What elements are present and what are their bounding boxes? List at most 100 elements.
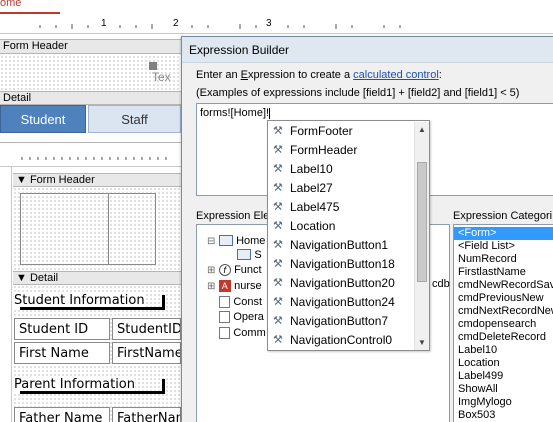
category-item[interactable]: cmdopensearch (454, 318, 553, 331)
calculated-control-link[interactable]: calculated control (353, 69, 439, 81)
category-item[interactable]: Label10 (454, 344, 553, 357)
ruler-mark-1: 1 (101, 18, 107, 29)
popup-scrollbar[interactable]: ▲ ▼ (414, 122, 429, 350)
scroll-down-icon[interactable]: ▼ (418, 338, 426, 347)
ruler-mark-2: 2 (173, 18, 179, 29)
intellisense-item-label: NavigationControl0 (290, 333, 393, 347)
database-icon: A (218, 279, 231, 292)
tree-item-label: Const (233, 296, 263, 308)
expand-icon[interactable]: ⊞ (207, 265, 215, 276)
subform-detail-bar[interactable]: ▼ Detail (13, 271, 181, 285)
intellisense-item[interactable]: ⚒ NavigationControl0 (268, 331, 429, 350)
property-icon: ⚒ (273, 239, 283, 251)
folder-icon (219, 326, 230, 339)
underline-tick (162, 295, 165, 310)
intellisense-item-label: Label475 (290, 200, 340, 214)
intellisense-item[interactable]: ⚒ NavigationButton7 (268, 312, 429, 331)
intellisense-item-label: NavigationButton20 (290, 276, 395, 290)
collapse-icon[interactable]: ⊟ (207, 236, 215, 247)
subform-header-divider (108, 193, 109, 265)
scrollbar-thumb[interactable] (417, 162, 427, 282)
intellisense-item[interactable]: ⚒ NavigationButton1 (268, 236, 429, 255)
ruler-mark-3: 3 (266, 18, 272, 29)
dialog-title-bar[interactable]: Expression Builder (182, 37, 553, 63)
intellisense-item[interactable]: ⚒ FormFooter (268, 122, 429, 141)
property-icon: ⚒ (273, 182, 283, 194)
subform-header-box (20, 193, 156, 265)
category-item[interactable]: FirstlastName (454, 266, 553, 279)
collapse-arrow-icon: ▼ (16, 272, 27, 284)
intellisense-item[interactable]: ⚒ Label475 (268, 198, 429, 217)
category-item[interactable]: cmdNextRecordNew (454, 305, 553, 318)
text-cursor (269, 107, 271, 119)
tree-item-label: Comm (233, 327, 266, 339)
tree-item-label: Home (236, 235, 266, 247)
nav-tab-staff[interactable]: Staff (88, 105, 181, 133)
tree-item-label: S (254, 249, 262, 261)
student-information-label: Student Information (14, 293, 145, 308)
expand-icon[interactable]: ⊞ (207, 281, 215, 292)
detail-label: Detail (3, 92, 32, 104)
property-icon: ⚒ (273, 315, 283, 327)
tree-item-subform[interactable]: S (237, 247, 262, 261)
student-id-field[interactable]: StudentID (112, 318, 181, 340)
categories-items: <Form> <Field List> NumRecord FirstlastName… (454, 225, 553, 422)
category-item[interactable]: Box503 (454, 409, 553, 422)
expression-categories-list[interactable]: <Form> <Field List> NumRecord FirstlastName… (453, 224, 553, 422)
category-item[interactable]: <Field List> (454, 240, 553, 253)
tree-item-home[interactable]: ⊟ Home (207, 233, 265, 247)
intellisense-item[interactable]: ⚒ Label27 (268, 179, 429, 198)
intellisense-popup[interactable]: ⚒ FormFooter ⚒ FormHeader ⚒ Label10 ⚒ Label27 ⚒ L… (267, 120, 430, 351)
instruction-accesskey: E (240, 69, 248, 81)
partial-text-box: Tex (152, 70, 171, 84)
category-item[interactable]: cmdNewRecordSave (454, 279, 553, 292)
father-name-field[interactable]: FatherName (112, 407, 181, 422)
category-item[interactable]: Label499 (454, 370, 553, 383)
category-item[interactable]: NumRecord (454, 253, 553, 266)
subform-ruler (0, 149, 181, 167)
instruction-end: : (438, 69, 442, 81)
intellisense-item[interactable]: ⚒ Location (268, 217, 429, 236)
tree-item-operators[interactable]: Opera (219, 309, 264, 323)
expression-value: forms![Home]! (200, 107, 270, 119)
subform-header-label: Form Header (29, 174, 95, 186)
resize-handle[interactable] (149, 62, 157, 70)
category-item[interactable]: <Form> (454, 227, 553, 240)
folder-icon (219, 310, 230, 323)
document-tab-home[interactable]: ome (0, 0, 21, 9)
first-name-field[interactable]: FirstName (112, 342, 181, 364)
tree-item-functions[interactable]: ⊞ f Funct (207, 262, 262, 276)
intellisense-item[interactable]: ⚒ NavigationButton24 (268, 293, 429, 312)
category-item[interactable]: ShowAll (454, 383, 553, 396)
instruction-middle: xpression to create a (247, 69, 354, 81)
category-item[interactable]: cmdDeleteRecord (454, 331, 553, 344)
intellisense-item[interactable]: ⚒ NavigationButton20 (268, 274, 429, 293)
scroll-up-icon[interactable]: ▲ (418, 125, 426, 134)
intellisense-item-label: NavigationButton18 (290, 257, 395, 271)
access-form-designer: ome 1 2 3 Form Header Tex Detail Student… (0, 0, 553, 422)
intellisense-item-label: Label10 (290, 162, 333, 176)
tree-item-common[interactable]: Comm (219, 325, 266, 339)
property-icon: ⚒ (273, 334, 283, 346)
intellisense-item[interactable]: ⚒ FormHeader (268, 141, 429, 160)
property-icon: ⚒ (273, 125, 283, 137)
underline-bar (20, 391, 165, 394)
horizontal-ruler: 1 2 3 (0, 16, 553, 34)
tree-item-database[interactable]: ⊞ A nurse (207, 278, 262, 292)
intellisense-item[interactable]: ⚒ Label10 (268, 160, 429, 179)
category-item[interactable]: Location (454, 357, 553, 370)
category-item[interactable]: ImgMylogo (454, 396, 553, 409)
property-icon: ⚒ (273, 258, 283, 270)
intellisense-item[interactable]: ⚒ NavigationButton18 (268, 255, 429, 274)
intellisense-item-label: NavigationButton24 (290, 295, 395, 309)
property-icon: ⚒ (273, 201, 283, 213)
tree-item-label: nurse (234, 280, 262, 292)
category-item[interactable]: cmdPreviousNew (454, 292, 553, 305)
spacer (0, 134, 181, 142)
folder-icon (219, 295, 230, 308)
form-header-label: Form Header (3, 40, 68, 52)
expression-categories-label: Expression Categori (453, 210, 553, 222)
subform-header-bar[interactable]: ▼ Form Header (13, 173, 181, 187)
tree-item-constants[interactable]: Const (219, 294, 262, 308)
nav-tab-student[interactable]: Student (0, 105, 86, 133)
